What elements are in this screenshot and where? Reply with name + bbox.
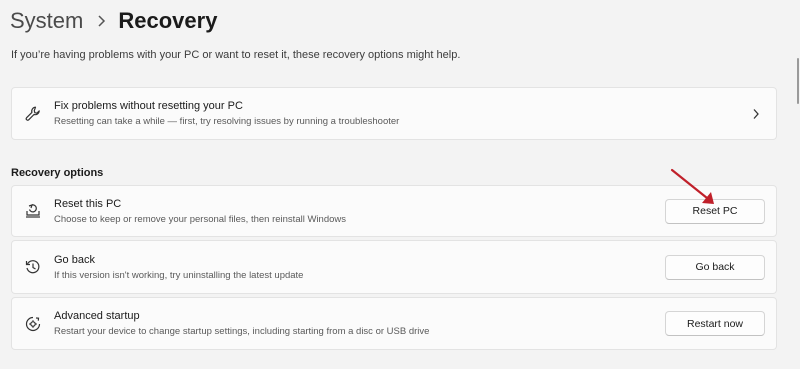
fix-problems-subtitle: Resetting can take a while — first, try … xyxy=(54,116,400,127)
go-back-card: Go back If this version isn't working, t… xyxy=(11,240,777,294)
scrollbar[interactable] xyxy=(797,58,799,104)
reset-this-pc-card: Reset this PC Choose to keep or remove y… xyxy=(11,185,777,237)
history-icon xyxy=(12,258,54,276)
page-title: Recovery xyxy=(118,8,218,33)
recovery-options-heading: Recovery options xyxy=(11,167,104,179)
red-annotation-arrow-icon xyxy=(670,168,714,204)
advanced-startup-subtitle: Restart your device to change startup se… xyxy=(54,326,430,337)
reset-pc-icon xyxy=(12,202,54,220)
go-back-button[interactable]: Go back xyxy=(665,254,765,280)
restart-now-button[interactable]: Restart now xyxy=(665,311,765,336)
advanced-startup-title: Advanced startup xyxy=(54,310,140,322)
breadcrumb-system-link[interactable]: System xyxy=(10,8,83,34)
fix-problems-title: Fix problems without resetting your PC xyxy=(54,100,243,112)
advanced-startup-card: Advanced startup Restart your device to … xyxy=(11,297,777,350)
reset-this-pc-title: Reset this PC xyxy=(54,197,122,210)
breadcrumb: System Recovery xyxy=(10,6,217,36)
breadcrumb-chevron-icon xyxy=(97,15,106,27)
wrench-icon xyxy=(12,105,54,123)
go-back-title: Go back xyxy=(54,253,95,266)
chevron-right-icon xyxy=(736,108,776,120)
fix-problems-card[interactable]: Fix problems without resetting your PC R… xyxy=(11,87,777,140)
intro-text: If you’re having problems with your PC o… xyxy=(11,49,461,61)
go-back-subtitle: If this version isn't working, try unins… xyxy=(54,269,304,281)
reset-this-pc-subtitle: Choose to keep or remove your personal f… xyxy=(54,213,347,225)
advanced-startup-icon xyxy=(12,315,54,333)
